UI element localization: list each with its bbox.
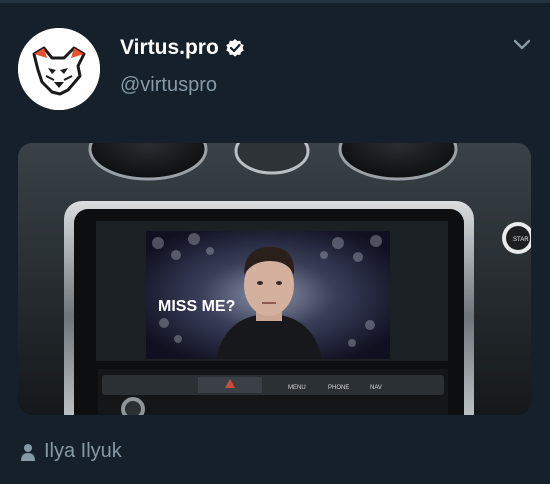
verified-badge-icon [226,39,244,57]
tweet-media-image[interactable]: STAR MISS ME? MENU PHONE NAV [18,143,531,415]
console-menu-button: MENU [288,385,306,391]
person-icon [21,443,35,461]
account-avatar[interactable] [18,28,100,110]
chevron-down-icon[interactable] [512,38,532,52]
console-phone-button: PHONE [328,385,349,391]
console-nav-button: NAV [370,385,382,391]
virtuspro-bear-logo [18,28,100,110]
top-divider [0,0,550,3]
attribution-author-name: Ilya Ilyuk [44,440,122,462]
video-overlay-text: MISS ME? [158,298,235,315]
account-name[interactable]: Virtus.pro [120,36,219,60]
account-handle[interactable]: @virtuspro [120,74,217,97]
account-name-row: Virtus.pro [120,36,245,60]
start-button-label: STAR [513,237,529,243]
media-attribution[interactable]: Ilya Ilyuk [20,440,122,463]
